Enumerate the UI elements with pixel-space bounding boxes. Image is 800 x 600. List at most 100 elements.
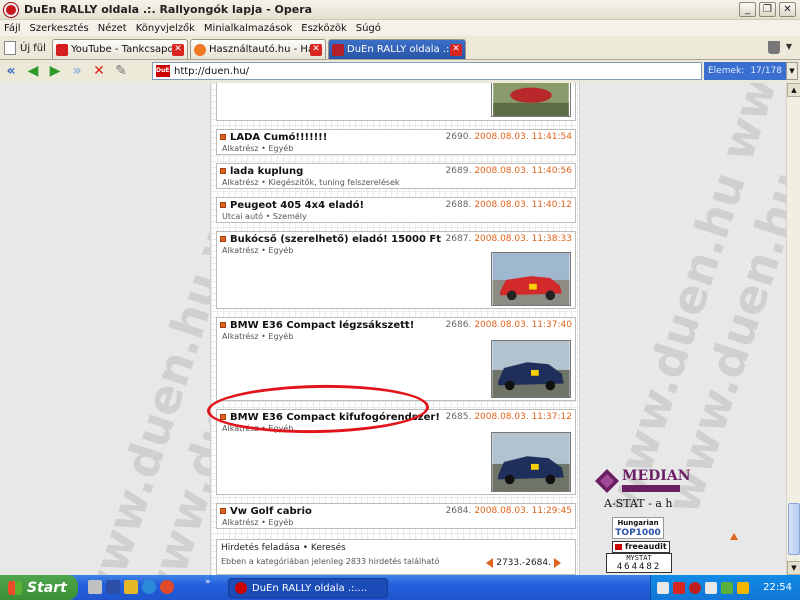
tab-close-icon[interactable]: ✕ bbox=[450, 43, 462, 56]
new-tab-button[interactable]: Új fül bbox=[4, 39, 46, 57]
tab-close-icon[interactable]: ✕ bbox=[310, 43, 322, 56]
tray-icon[interactable] bbox=[737, 581, 749, 594]
menu-file[interactable]: Fájl bbox=[4, 23, 21, 34]
top1000-line2: TOP1000 bbox=[615, 528, 661, 538]
mystat-badge[interactable]: MYSTAT 464482 bbox=[606, 553, 672, 573]
listing-photo[interactable] bbox=[491, 340, 571, 398]
astat-text[interactable]: A-STAT - a h bbox=[604, 497, 672, 510]
window-title: DuEn RALLY oldala .:. Rallyongók lapja -… bbox=[24, 3, 313, 16]
back-button[interactable]: ◀ bbox=[22, 61, 44, 81]
close-button[interactable]: ✕ bbox=[779, 2, 796, 17]
listing-number: 2687. bbox=[445, 234, 472, 244]
tab-label: YouTube - Tankcsapda - ... bbox=[71, 44, 172, 55]
menu-widgets[interactable]: Minialkalmazások bbox=[204, 23, 292, 34]
footer-links[interactable]: Hirdetés feladása • Keresés bbox=[221, 543, 571, 553]
mystat-counter: 464482 bbox=[616, 562, 662, 572]
listing-photo[interactable] bbox=[491, 252, 571, 306]
vertical-scrollbar[interactable]: ▲ ▼ bbox=[786, 83, 800, 575]
quicklaunch-app-icon[interactable] bbox=[88, 580, 102, 594]
chevron-down-icon[interactable]: ▼ bbox=[786, 42, 792, 51]
firefox-icon[interactable] bbox=[160, 580, 174, 594]
listing-photo[interactable] bbox=[491, 83, 571, 117]
next-page-icon[interactable] bbox=[554, 558, 561, 568]
top1000-line1: Hungarian bbox=[617, 519, 659, 527]
opera-task-icon bbox=[235, 582, 247, 594]
listing-item[interactable]: lada kuplung 2689. 2008.08.03. 11:40:56 … bbox=[216, 163, 576, 189]
bullet-icon bbox=[220, 236, 226, 242]
ie-icon[interactable] bbox=[142, 580, 156, 594]
taskbar-window-button[interactable]: DuEn RALLY oldala .:.... bbox=[228, 578, 388, 598]
fast-forward-button[interactable]: » bbox=[66, 61, 88, 81]
listing-title[interactable]: Vw Golf cabrio bbox=[230, 506, 446, 517]
listing-photo[interactable] bbox=[491, 432, 571, 492]
url-text[interactable]: http://duen.hu/ bbox=[174, 66, 249, 77]
start-label: Start bbox=[27, 579, 67, 596]
edit-pen-icon[interactable]: ✎ bbox=[110, 61, 132, 81]
arrow-up-icon[interactable] bbox=[730, 533, 738, 540]
tab-label: DuEn RALLY oldala .:. Ra... bbox=[347, 44, 450, 55]
new-page-icon bbox=[4, 41, 16, 55]
title-bar: DuEn RALLY oldala .:. Rallyongók lapja -… bbox=[0, 0, 800, 20]
scrollbar-thumb[interactable] bbox=[788, 503, 800, 555]
tray-icon[interactable] bbox=[657, 581, 669, 594]
tab-bar: Új fül YouTube - Tankcsapda - ... ✕ Hasz… bbox=[0, 36, 800, 60]
listing-title[interactable]: Bukócső (szerelhető) eladó! 15000 Ft bbox=[230, 234, 446, 245]
tray-icon[interactable] bbox=[705, 581, 717, 594]
clock: 22:54 bbox=[763, 582, 792, 593]
menu-view[interactable]: Nézet bbox=[98, 23, 127, 34]
listing-title[interactable]: LADA Cumó!!!!!!! bbox=[230, 132, 446, 143]
menu-tools[interactable]: Eszközök bbox=[301, 23, 347, 34]
tab-youtube[interactable]: YouTube - Tankcsapda - ... ✕ bbox=[52, 39, 188, 59]
tab-duen-rally[interactable]: DuEn RALLY oldala .:. Ra... ✕ bbox=[328, 39, 466, 59]
new-tab-label: Új fül bbox=[20, 42, 46, 54]
tab-hasznaltauto[interactable]: Használtautó.hu - Haszn... ✕ bbox=[190, 39, 326, 59]
listing-title[interactable]: Peugeot 405 4x4 eladó! bbox=[230, 200, 446, 211]
site-favicon-icon: DuEn bbox=[156, 65, 174, 77]
scroll-down-icon[interactable]: ▼ bbox=[787, 561, 800, 575]
listing-category: Alkatrész • Egyéb bbox=[222, 144, 294, 153]
listing-item[interactable]: LADA Cumó!!!!!!! 2690. 2008.08.03. 11:41… bbox=[216, 129, 576, 155]
menu-bookmarks[interactable]: Könyvjelzők bbox=[136, 23, 195, 34]
listing-item[interactable]: Bukócső (szerelhető) eladó! 15000 Ft 268… bbox=[216, 231, 576, 309]
listing-category: Alkatrész • Egyéb bbox=[222, 518, 294, 527]
element-count: 17/178 bbox=[750, 66, 782, 76]
pager-range: 2733.-2684. bbox=[496, 558, 551, 568]
trash-icon[interactable] bbox=[768, 41, 780, 54]
folder-icon[interactable] bbox=[124, 580, 138, 594]
freeaudit-badge[interactable]: freeaudit bbox=[612, 541, 670, 553]
listing-title[interactable]: BMW E36 Compact légzsákszett! bbox=[230, 320, 446, 331]
save-icon[interactable] bbox=[106, 580, 120, 594]
address-bar[interactable]: DuEn http://duen.hu/ bbox=[152, 62, 702, 80]
median-logo[interactable]: MEDIAN bbox=[594, 468, 691, 496]
menu-help[interactable]: Súgó bbox=[356, 23, 381, 34]
tray-icon[interactable] bbox=[673, 581, 685, 594]
stop-button[interactable]: ✕ bbox=[88, 61, 110, 81]
tab-close-icon[interactable]: ✕ bbox=[172, 43, 184, 56]
restore-button[interactable]: ❐ bbox=[759, 2, 776, 17]
top1000-badge[interactable]: Hungarian TOP1000 bbox=[612, 517, 664, 539]
listing-title[interactable]: lada kuplung bbox=[230, 166, 446, 177]
previous-page-icon[interactable] bbox=[486, 558, 494, 568]
listing-date: 2008.08.03. 11:40:56 bbox=[474, 166, 572, 176]
chevron-right-icon[interactable]: » bbox=[205, 577, 211, 587]
tab-label: Használtautó.hu - Haszn... bbox=[209, 44, 310, 55]
rewind-button[interactable]: « bbox=[0, 61, 22, 81]
taskbar-window-label: DuEn RALLY oldala .:.... bbox=[252, 582, 368, 594]
listing-number: 2688. bbox=[445, 200, 472, 210]
minimize-button[interactable]: _ bbox=[739, 2, 756, 17]
listing-date: 2008.08.03. 11:37:40 bbox=[474, 320, 572, 330]
listing-date: 2008.08.03. 11:40:12 bbox=[474, 200, 572, 210]
tray-icon[interactable] bbox=[721, 581, 733, 594]
bullet-icon bbox=[220, 322, 226, 328]
scroll-up-icon[interactable]: ▲ bbox=[787, 83, 800, 97]
element-dropdown-icon[interactable]: ▼ bbox=[786, 62, 798, 80]
listing-item[interactable]: Vw Golf cabrio 2684. 2008.08.03. 11:29:4… bbox=[216, 503, 576, 529]
duen-favicon-icon bbox=[332, 43, 344, 56]
tray-icon[interactable] bbox=[689, 581, 701, 594]
pager: 2733.-2684. bbox=[486, 558, 561, 568]
forward-button[interactable]: ▶ bbox=[44, 61, 66, 81]
bullet-icon bbox=[220, 508, 226, 514]
start-button[interactable]: Start bbox=[0, 575, 78, 600]
menu-edit[interactable]: Szerkesztés bbox=[30, 23, 89, 34]
listing-item[interactable]: Peugeot 405 4x4 eladó! 2688. 2008.08.03.… bbox=[216, 197, 576, 223]
